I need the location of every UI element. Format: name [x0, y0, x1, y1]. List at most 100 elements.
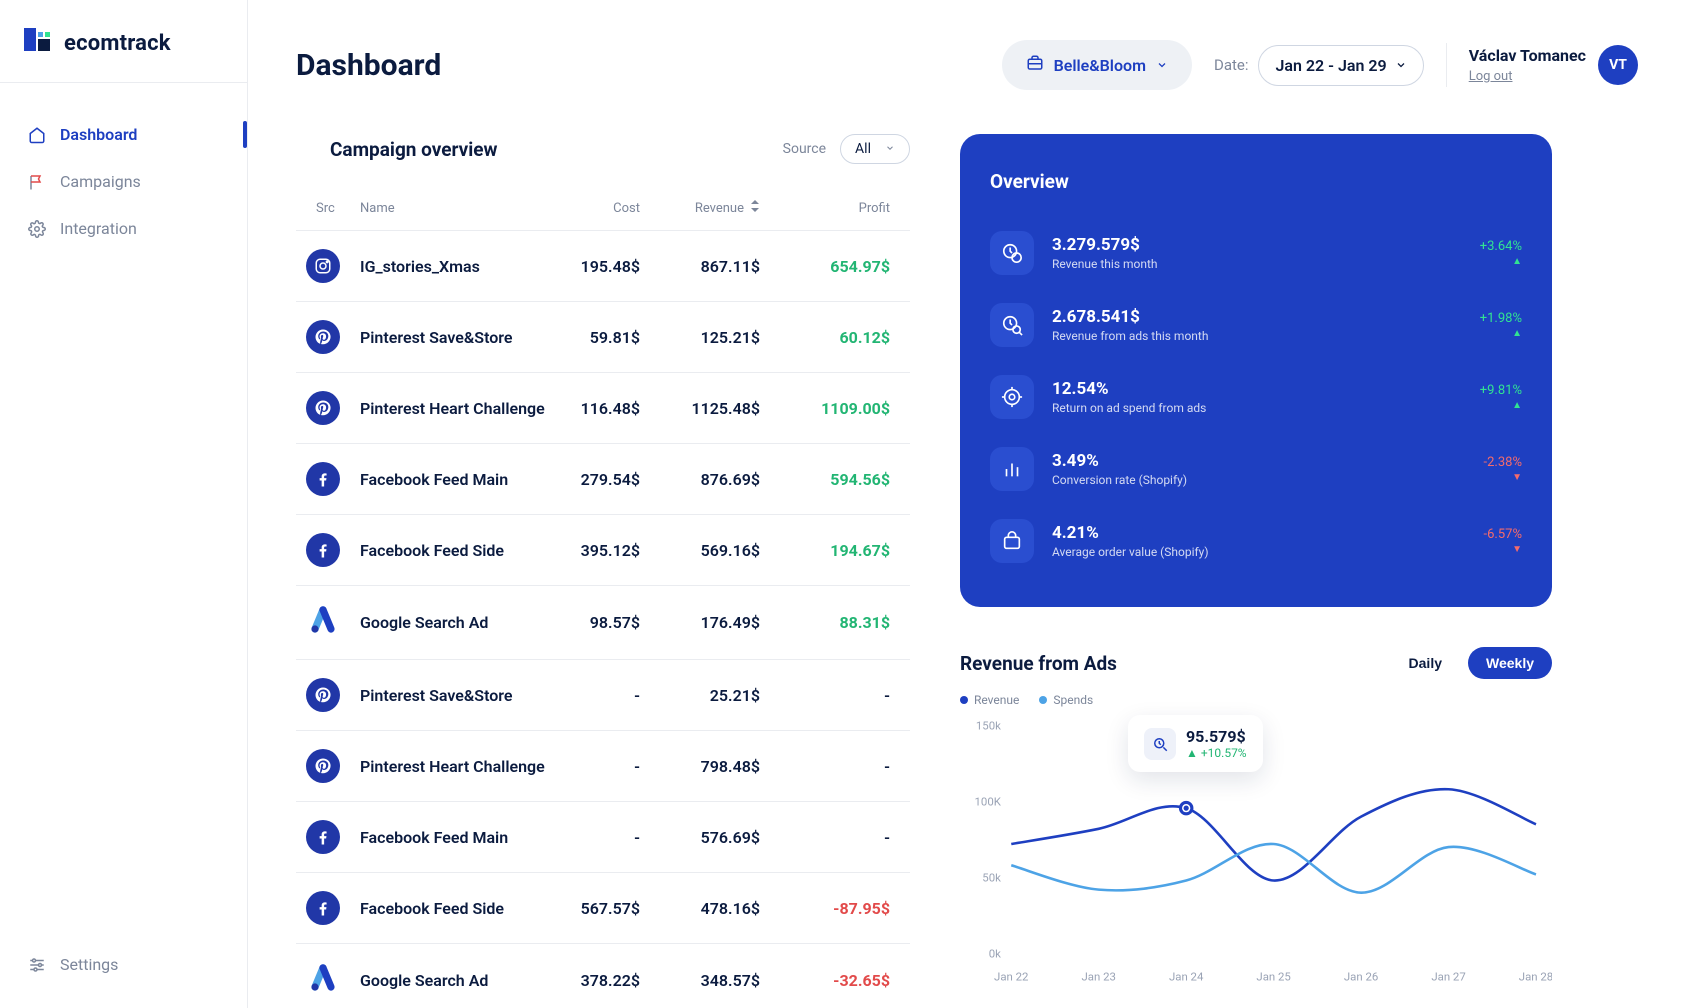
google-ads-icon: [306, 604, 340, 638]
th-profit: Profit: [780, 201, 910, 216]
campaign-name: Facebook Feed Main: [360, 470, 550, 489]
sidebar-item-integration[interactable]: Integration: [0, 205, 247, 252]
pinterest-icon: [306, 749, 340, 783]
campaign-name: Facebook Feed Side: [360, 541, 550, 560]
tooltip-change: ▲ +10.57%: [1186, 746, 1247, 760]
store-name: Belle&Bloom: [1054, 56, 1146, 75]
clock-search-icon: [990, 303, 1034, 347]
svg-text:50k: 50k: [982, 871, 1001, 885]
profit-cell: -87.95$: [780, 899, 910, 918]
table-row[interactable]: Pinterest Heart Challenge 116.48$ 1125.4…: [296, 372, 910, 443]
table-row[interactable]: Pinterest Heart Challenge - 798.48$ -: [296, 730, 910, 801]
cost-cell: 195.48$: [550, 257, 660, 276]
pinterest-icon: [306, 320, 340, 354]
metric-row: 2.678.541$ Revenue from ads this month +…: [990, 289, 1522, 361]
facebook-icon: [306, 462, 340, 496]
campaign-table: Src Name Cost Revenue Profit IG_stori: [296, 188, 910, 1008]
table-row[interactable]: Pinterest Save&Store 59.81$ 125.21$ 60.1…: [296, 301, 910, 372]
metric-change: +9.81%▲: [1480, 383, 1522, 411]
profit-cell: 1109.00$: [780, 399, 910, 418]
campaign-name: Pinterest Save&Store: [360, 686, 550, 705]
cost-cell: -: [550, 686, 660, 705]
cost-cell: 98.57$: [550, 613, 660, 632]
metric-sub: Revenue from ads this month: [1052, 329, 1462, 343]
revenue-cell: 569.16$: [660, 541, 780, 560]
th-revenue[interactable]: Revenue: [660, 200, 780, 216]
instagram-icon: [306, 249, 340, 283]
logo-text: ecomtrack: [64, 31, 171, 56]
date-range-text: Jan 22 - Jan 29: [1275, 56, 1386, 75]
cost-cell: 378.22$: [550, 971, 660, 990]
toggle-weekly[interactable]: Weekly: [1468, 647, 1552, 679]
metric-row: 4.21% Average order value (Shopify) -6.5…: [990, 505, 1522, 577]
campaign-name: Google Search Ad: [360, 613, 550, 632]
table-row[interactable]: Facebook Feed Side 395.12$ 569.16$ 194.6…: [296, 514, 910, 585]
overview-title: Overview: [990, 170, 1522, 193]
avatar[interactable]: VT: [1598, 45, 1638, 85]
metric-row: 12.54% Return on ad spend from ads +9.81…: [990, 361, 1522, 433]
sidebar-item-campaigns[interactable]: Campaigns: [0, 158, 247, 205]
metric-sub: Conversion rate (Shopify): [1052, 473, 1466, 487]
user-name: Václav Tomanec: [1469, 46, 1586, 65]
revenue-cell: 576.69$: [660, 828, 780, 847]
metric-change: -6.57%▼: [1484, 527, 1522, 555]
svg-text:Jan 27: Jan 27: [1431, 969, 1465, 983]
date-range-selector[interactable]: Jan 22 - Jan 29: [1258, 45, 1423, 86]
metric-row: 3.49% Conversion rate (Shopify) -2.38%▼: [990, 433, 1522, 505]
sliders-icon: [28, 956, 46, 974]
sort-icon: [750, 200, 760, 216]
bars-icon: [990, 447, 1034, 491]
metric-value: 3.49%: [1052, 451, 1466, 471]
date-label: Date:: [1214, 56, 1249, 74]
table-row[interactable]: IG_stories_Xmas 195.48$ 867.11$ 654.97$: [296, 230, 910, 301]
source-filter[interactable]: All: [840, 134, 910, 164]
chart-title: Revenue from Ads: [960, 652, 1117, 675]
profit-cell: -: [780, 757, 910, 776]
source-value: All: [855, 141, 871, 157]
revenue-cell: 876.69$: [660, 470, 780, 489]
sidebar-item-dashboard[interactable]: Dashboard: [0, 111, 247, 158]
facebook-icon: [306, 820, 340, 854]
svg-text:Jan 22: Jan 22: [994, 969, 1028, 983]
toggle-daily[interactable]: Daily: [1391, 647, 1460, 679]
metric-value: 2.678.541$: [1052, 307, 1462, 327]
metric-value: 3.279.579$: [1052, 235, 1462, 255]
profit-cell: -: [780, 686, 910, 705]
svg-text:100K: 100K: [975, 795, 1002, 809]
cost-cell: 395.12$: [550, 541, 660, 560]
profit-cell: 88.31$: [780, 613, 910, 632]
sidebar-settings[interactable]: Settings: [0, 937, 247, 1008]
user-block: Václav Tomanec Log out VT: [1469, 45, 1638, 85]
campaign-name: Pinterest Heart Challenge: [360, 757, 550, 776]
home-icon: [28, 126, 46, 144]
chevron-down-icon: [1395, 56, 1407, 75]
table-row[interactable]: Google Search Ad 98.57$ 176.49$ 88.31$: [296, 585, 910, 659]
cost-cell: -: [550, 757, 660, 776]
th-src: Src: [296, 201, 360, 216]
nav-label: Integration: [60, 219, 137, 238]
cost-cell: 116.48$: [550, 399, 660, 418]
header: Dashboard Belle&Bloom Date: Jan 22 - Jan…: [248, 0, 1686, 114]
svg-text:Jan 24: Jan 24: [1169, 969, 1204, 983]
revenue-cell: 1125.48$: [660, 399, 780, 418]
flag-icon: [28, 173, 46, 191]
cost-cell: 567.57$: [550, 899, 660, 918]
svg-text:Jan 26: Jan 26: [1344, 969, 1378, 983]
facebook-icon: [306, 533, 340, 567]
table-row[interactable]: Pinterest Save&Store - 25.21$ -: [296, 659, 910, 730]
revenue-cell: 125.21$: [660, 328, 780, 347]
clock-money-icon: [990, 231, 1034, 275]
store-selector[interactable]: Belle&Bloom: [1002, 40, 1192, 90]
svg-text:0k: 0k: [989, 947, 1001, 961]
table-row[interactable]: Facebook Feed Main 279.54$ 876.69$ 594.5…: [296, 443, 910, 514]
revenue-cell: 867.11$: [660, 257, 780, 276]
cost-cell: 279.54$: [550, 470, 660, 489]
clock-search-icon: [1144, 728, 1176, 760]
table-row[interactable]: Facebook Feed Main - 576.69$ -: [296, 801, 910, 872]
campaign-name: Facebook Feed Main: [360, 828, 550, 847]
logout-link[interactable]: Log out: [1469, 69, 1513, 84]
logo-icon: [24, 28, 54, 58]
table-row[interactable]: Facebook Feed Side 567.57$ 478.16$ -87.9…: [296, 872, 910, 943]
table-row[interactable]: Google Search Ad 378.22$ 348.57$ -32.65$: [296, 943, 910, 1008]
revenue-cell: 478.16$: [660, 899, 780, 918]
